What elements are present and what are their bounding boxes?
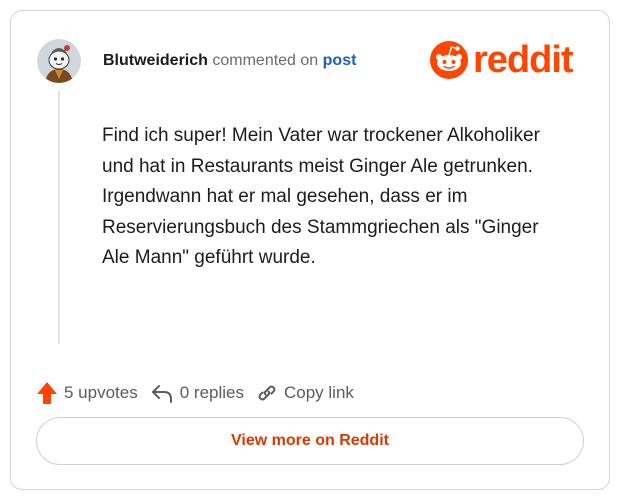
copy-link-label: Copy link xyxy=(284,383,354,402)
copy-link-action[interactable]: Copy link xyxy=(256,382,354,404)
reddit-wordmark: reddit xyxy=(473,39,574,81)
avatar[interactable] xyxy=(37,39,81,83)
reply-count: 0 replies xyxy=(179,383,244,402)
upvote-arrow-icon[interactable] xyxy=(36,381,58,405)
comment-actions: 5 upvotes 0 replies Copy link xyxy=(36,380,354,406)
upvote-count: 5 upvotes xyxy=(64,383,138,402)
view-more-button[interactable]: View more on Reddit xyxy=(36,417,584,465)
reply-icon xyxy=(151,385,172,403)
thread-line xyxy=(58,91,60,344)
username[interactable]: Blutweiderich xyxy=(103,52,208,69)
link-icon xyxy=(258,385,276,401)
comment-header: Blutweiderich commented on post xyxy=(103,51,356,71)
reply-action[interactable]: 0 replies xyxy=(150,382,244,404)
action-text: commented on xyxy=(212,52,319,69)
reddit-logo-icon xyxy=(430,41,468,79)
reddit-logo[interactable]: reddit xyxy=(429,39,574,81)
post-link[interactable]: post xyxy=(323,52,357,69)
comment-text: Find ich super! Mein Vater war trockener… xyxy=(102,125,540,268)
upvote-action[interactable]: 5 upvotes xyxy=(36,381,138,405)
comment-embed-card: Blutweiderich commented on post reddit F… xyxy=(10,10,610,490)
